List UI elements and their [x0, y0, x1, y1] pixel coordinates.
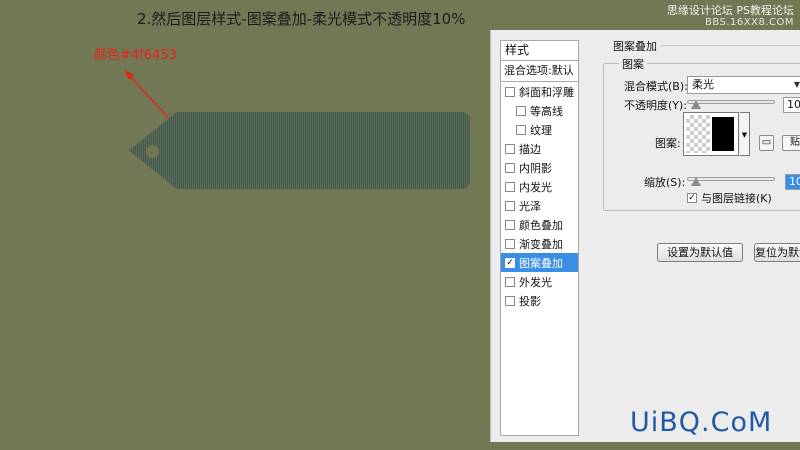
style-item-checkbox[interactable] [505, 295, 515, 306]
style-item[interactable]: 颜色叠加 [501, 215, 578, 234]
style-item[interactable]: 纹理 [501, 120, 578, 139]
style-item-checkbox[interactable]: ✓ [505, 257, 515, 268]
style-list: 样式 混合选项:默认 斜面和浮雕等高线纹理描边内阴影内发光光泽颜色叠加渐变叠加 ✓… [500, 40, 579, 436]
scale-slider-thumb[interactable] [690, 177, 701, 186]
scale-input[interactable]: 100 [785, 174, 800, 190]
style-item[interactable]: 投影 [501, 291, 578, 310]
blend-mode-select[interactable]: 柔光 ▼ [687, 76, 800, 94]
style-item[interactable]: 斜面和浮雕 [501, 82, 578, 101]
style-item-label: 内发光 [519, 180, 552, 194]
style-item-checkbox[interactable] [516, 124, 526, 135]
style-item[interactable]: 等高线 [501, 101, 578, 120]
watermark-line1-en: PS教程论坛 [736, 4, 794, 17]
new-preset-icon[interactable]: ▭ [759, 135, 774, 151]
watermark-line2: BBS.16XX8.COM [704, 17, 794, 28]
style-item-label: 描边 [519, 142, 541, 156]
tag-hole [146, 145, 159, 158]
style-item[interactable]: 渐变叠加 [501, 234, 578, 253]
style-item-checkbox[interactable] [505, 143, 515, 154]
link-checkbox[interactable]: ✓ [687, 193, 697, 203]
pattern-picker-arrow[interactable]: ▼ [740, 112, 750, 156]
style-item-checkbox[interactable] [505, 238, 515, 249]
page-headline: 2.然后图层样式-图案叠加-柔光模式不透明度10% [137, 10, 466, 28]
style-item-checkbox[interactable] [505, 219, 515, 230]
chevron-down-icon: ▼ [793, 80, 800, 89]
set-default-button[interactable]: 设置为默认值 [657, 243, 743, 262]
color-annotation: 颜色#4f6453 [94, 48, 177, 63]
style-item[interactable]: ✓ 图案叠加 [501, 253, 578, 272]
opacity-label: 不透明度(Y): [624, 99, 688, 112]
style-item-label: 图案叠加 [519, 256, 563, 270]
pattern-swatch[interactable] [683, 112, 739, 156]
style-item-label: 外发光 [519, 275, 552, 289]
layer-style-dialog: 样式 混合选项:默认 斜面和浮雕等高线纹理描边内阴影内发光光泽颜色叠加渐变叠加 ✓… [490, 30, 800, 442]
style-item-checkbox[interactable] [505, 162, 515, 173]
pattern-checker-preview [686, 115, 710, 153]
watermark: 思缘设计论坛 PS教程论坛 BBS.16XX8.COM [667, 5, 794, 28]
style-item[interactable]: 内阴影 [501, 158, 578, 177]
style-item[interactable]: 内发光 [501, 177, 578, 196]
style-item-checkbox[interactable] [505, 200, 515, 211]
blend-mode-value: 柔光 [692, 78, 714, 91]
pattern-group-title: 图案 [619, 56, 647, 72]
section-divider [661, 45, 800, 46]
blend-options-item[interactable]: 混合选项:默认 [501, 61, 578, 82]
blend-mode-label: 混合模式(B): [624, 80, 688, 93]
style-item-checkbox[interactable] [505, 181, 515, 192]
style-item-label: 渐变叠加 [519, 237, 563, 251]
style-item-label: 颜色叠加 [519, 218, 563, 232]
style-list-header[interactable]: 样式 [501, 41, 578, 61]
style-item-checkbox[interactable] [516, 105, 526, 116]
style-item-label: 内阴影 [519, 161, 552, 175]
style-item-checkbox[interactable] [505, 276, 515, 287]
section-title: 图案叠加 [611, 38, 659, 54]
style-items: 斜面和浮雕等高线纹理描边内阴影内发光光泽颜色叠加渐变叠加 ✓ 图案叠加外发光投影 [501, 82, 578, 310]
style-item[interactable]: 描边 [501, 139, 578, 158]
style-item-label: 等高线 [530, 104, 563, 118]
style-item-label: 光泽 [519, 199, 541, 213]
pattern-label: 图案: [655, 137, 681, 150]
style-item-label: 投影 [519, 294, 541, 308]
link-with-layer-label: 与图层链接(K) [701, 192, 772, 205]
style-item-label: 斜面和浮雕 [519, 85, 574, 99]
pattern-fill-preview [712, 117, 734, 151]
style-item[interactable]: 光泽 [501, 196, 578, 215]
opacity-input[interactable]: 10 [783, 97, 800, 113]
reset-default-button[interactable]: 复位为默认值 [754, 243, 800, 262]
style-item[interactable]: 外发光 [501, 272, 578, 291]
opacity-slider-thumb[interactable] [690, 100, 701, 109]
tag-shape [129, 112, 470, 189]
site-logo: UiBQ.CoM [630, 407, 773, 438]
style-item-checkbox[interactable] [505, 86, 515, 97]
link-with-layer-row[interactable]: ✓ 与图层链接(K) [687, 190, 772, 206]
scale-label: 缩放(S): [644, 176, 686, 189]
style-item-label: 纹理 [530, 123, 552, 137]
watermark-line1: 思缘设计论坛 [666, 4, 733, 17]
snap-origin-button[interactable]: 贴 [782, 135, 800, 151]
